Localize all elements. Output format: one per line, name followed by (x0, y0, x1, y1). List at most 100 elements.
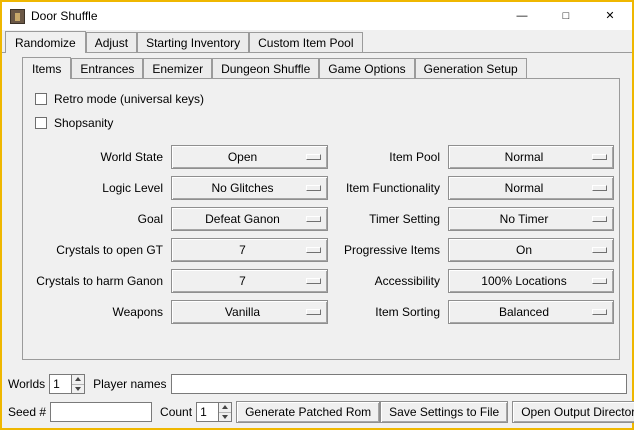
item-sorting-label: Item Sorting (336, 305, 440, 319)
crystals-ganon-value: 7 (239, 274, 246, 288)
item-functionality-dropdown[interactable]: Normal (448, 176, 614, 200)
goal-label: Goal (35, 212, 163, 226)
seed-label: Seed # (8, 405, 46, 419)
crystals-gt-dropdown[interactable]: 7 (171, 238, 328, 262)
tab-items[interactable]: Items (22, 57, 71, 79)
retro-mode-label: Retro mode (universal keys) (54, 92, 204, 106)
crystals-ganon-label: Crystals to harm Ganon (35, 274, 163, 288)
count-spin-up[interactable] (219, 403, 231, 412)
retro-mode-row: Retro mode (universal keys) (35, 87, 619, 111)
save-settings-button[interactable]: Save Settings to File (380, 401, 508, 423)
item-sorting-dropdown[interactable]: Balanced (448, 300, 614, 324)
main-tab-bar: Randomize Adjust Starting Inventory Cust… (2, 30, 632, 52)
tab-randomize[interactable]: Randomize (5, 31, 86, 53)
options-grid: World State Open Item Pool Normal Logic … (35, 145, 619, 324)
weapons-value: Vanilla (225, 305, 260, 319)
item-pool-dropdown[interactable]: Normal (448, 145, 614, 169)
accessibility-label: Accessibility (336, 274, 440, 288)
dropdown-indicator-icon (592, 309, 607, 315)
settings-tab-bar: Items Entrances Enemizer Dungeon Shuffle… (22, 56, 620, 78)
worlds-spinbox (49, 374, 85, 394)
item-pool-value: Normal (505, 150, 544, 164)
timer-setting-dropdown[interactable]: No Timer (448, 207, 614, 231)
worlds-input[interactable] (50, 375, 71, 393)
minimize-icon: — (517, 11, 528, 22)
minimize-button[interactable]: — (500, 2, 544, 30)
shopsanity-checkbox[interactable] (35, 117, 47, 129)
crystals-gt-value: 7 (239, 243, 246, 257)
seed-input[interactable] (50, 402, 152, 422)
arrow-down-icon (222, 415, 228, 419)
tab-starting-inventory[interactable]: Starting Inventory (137, 32, 249, 52)
retro-mode-checkbox[interactable] (35, 93, 47, 105)
timer-setting-label: Timer Setting (336, 212, 440, 226)
tab-dungeon-shuffle[interactable]: Dungeon Shuffle (212, 58, 319, 78)
goal-dropdown[interactable]: Defeat Ganon (171, 207, 328, 231)
tab-adjust[interactable]: Adjust (86, 32, 137, 52)
count-spin-arrows (218, 403, 231, 421)
dropdown-indicator-icon (592, 185, 607, 191)
timer-setting-value: No Timer (500, 212, 549, 226)
progressive-items-dropdown[interactable]: On (448, 238, 614, 262)
progressive-items-value: On (516, 243, 532, 257)
worlds-row: Worlds Player names (8, 373, 627, 395)
open-output-directory-button[interactable]: Open Output Directory (512, 401, 634, 423)
close-icon: ✕ (605, 11, 614, 22)
tab-entrances[interactable]: Entrances (71, 58, 143, 78)
item-functionality-value: Normal (505, 181, 544, 195)
dropdown-indicator-icon (592, 216, 607, 222)
tab-enemizer[interactable]: Enemizer (143, 58, 212, 78)
generate-patched-rom-button[interactable]: Generate Patched Rom (236, 401, 380, 423)
close-button[interactable]: ✕ (588, 2, 632, 30)
items-pane: Retro mode (universal keys) Shopsanity W… (22, 78, 620, 360)
accessibility-dropdown[interactable]: 100% Locations (448, 269, 614, 293)
count-spin-down[interactable] (219, 412, 231, 422)
crystals-ganon-dropdown[interactable]: 7 (171, 269, 328, 293)
item-functionality-label: Item Functionality (336, 181, 440, 195)
accessibility-value: 100% Locations (481, 274, 566, 288)
tab-custom-item-pool[interactable]: Custom Item Pool (249, 32, 362, 52)
player-names-input[interactable] (171, 374, 628, 394)
arrow-up-icon (222, 405, 228, 409)
arrow-down-icon (75, 387, 81, 391)
progressive-items-label: Progressive Items (336, 243, 440, 257)
worlds-spin-arrows (71, 375, 84, 393)
worlds-label: Worlds (8, 377, 45, 391)
shopsanity-label: Shopsanity (54, 116, 113, 130)
weapons-label: Weapons (35, 305, 163, 319)
crystals-gt-label: Crystals to open GT (35, 243, 163, 257)
goal-value: Defeat Ganon (205, 212, 280, 226)
count-spinbox (196, 402, 232, 422)
titlebar: Door Shuffle — □ ✕ (2, 2, 632, 30)
seed-row: Seed # Count Generate Patched Rom Save S… (8, 401, 627, 423)
count-input[interactable] (197, 403, 218, 421)
maximize-button[interactable]: □ (544, 2, 588, 30)
count-label: Count (160, 405, 192, 419)
dropdown-indicator-icon (306, 216, 321, 222)
tab-game-options[interactable]: Game Options (319, 58, 414, 78)
dropdown-indicator-icon (306, 247, 321, 253)
logic-level-dropdown[interactable]: No Glitches (171, 176, 328, 200)
randomize-pane: Items Entrances Enemizer Dungeon Shuffle… (2, 52, 632, 428)
logic-level-label: Logic Level (35, 181, 163, 195)
dropdown-indicator-icon (306, 185, 321, 191)
window-title: Door Shuffle (31, 9, 98, 23)
weapons-dropdown[interactable]: Vanilla (171, 300, 328, 324)
app-window: Door Shuffle — □ ✕ Randomize Adjust Star… (0, 0, 634, 430)
settings-notebook: Items Entrances Enemizer Dungeon Shuffle… (22, 56, 620, 360)
world-state-dropdown[interactable]: Open (171, 145, 328, 169)
shopsanity-row: Shopsanity (35, 111, 619, 135)
dropdown-indicator-icon (306, 309, 321, 315)
item-sorting-value: Balanced (499, 305, 549, 319)
worlds-spin-down[interactable] (72, 384, 84, 394)
dropdown-indicator-icon (306, 278, 321, 284)
worlds-spin-up[interactable] (72, 375, 84, 384)
tab-generation-setup[interactable]: Generation Setup (415, 58, 527, 78)
player-names-label: Player names (93, 377, 166, 391)
logic-level-value: No Glitches (211, 181, 273, 195)
world-state-label: World State (35, 150, 163, 164)
item-pool-label: Item Pool (336, 150, 440, 164)
dropdown-indicator-icon (306, 154, 321, 160)
maximize-icon: □ (563, 11, 570, 22)
app-icon (10, 9, 25, 24)
